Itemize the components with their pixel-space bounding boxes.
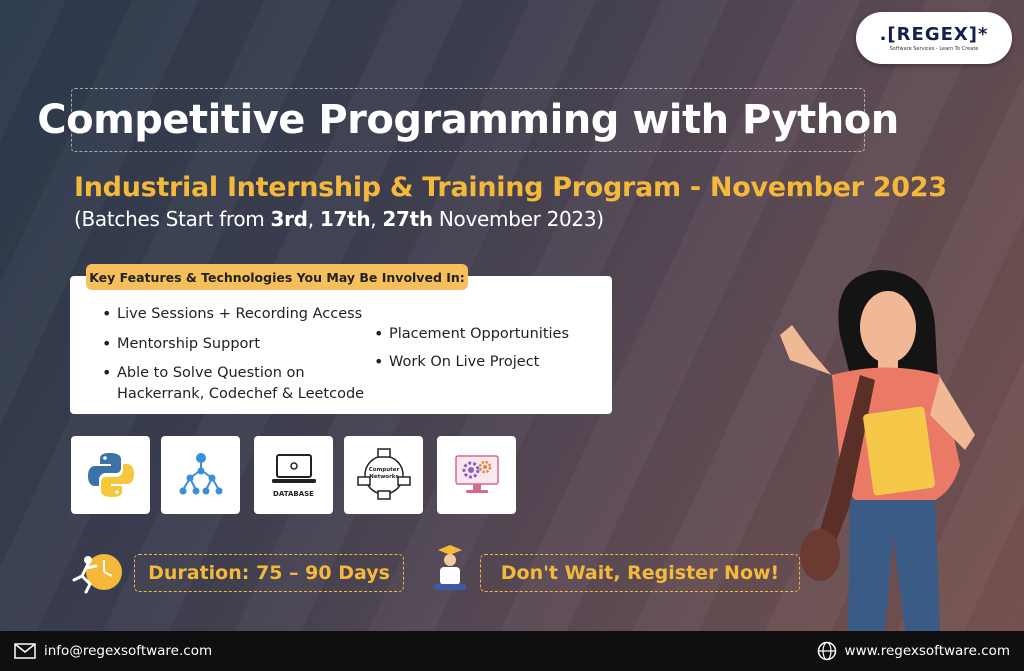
feature-item: Work On Live Project xyxy=(374,352,539,372)
database-tile: DATABASE xyxy=(254,436,333,514)
promo-banner: .[REGEX]* Software Services - Learn To C… xyxy=(0,0,1024,671)
computer-networks-tile: Computer Networks xyxy=(344,436,423,514)
laptop-database-icon xyxy=(271,453,316,483)
feature-item: Able to Solve Question on xyxy=(102,363,305,383)
duration-badge: Duration: 75 – 90 Days xyxy=(134,554,404,592)
footer-email[interactable]: info@regexsoftware.com xyxy=(14,643,212,659)
website-link[interactable]: www.regexsoftware.com xyxy=(845,643,1010,659)
features-heading: Key Features & Technologies You May Be I… xyxy=(86,264,468,290)
footer-website[interactable]: www.regexsoftware.com xyxy=(817,641,1010,661)
logo-tagline: Software Services - Learn To Create xyxy=(889,46,979,52)
feature-item: Live Sessions + Recording Access xyxy=(102,304,362,324)
feature-item-continuation: Hackerrank, Codechef & Leetcode xyxy=(117,386,365,402)
python-icon xyxy=(87,453,134,497)
graduate-icon xyxy=(434,545,466,590)
batch-dates: (Batches Start from 3rd, 17th, 27th Nove… xyxy=(74,207,604,231)
student-illustration xyxy=(780,270,975,631)
network-label-1: Computer xyxy=(368,467,399,473)
python-tile xyxy=(71,436,150,514)
settings-monitor-tile xyxy=(437,436,516,514)
network-label-2: Networks xyxy=(369,474,399,480)
database-label: DATABASE xyxy=(273,489,314,498)
feature-item: Mentorship Support xyxy=(102,334,260,354)
email-link[interactable]: info@regexsoftware.com xyxy=(44,643,212,659)
feature-item: Placement Opportunities xyxy=(374,324,569,344)
tree-structure-icon xyxy=(179,453,222,495)
runner-clock-icon xyxy=(72,554,122,594)
program-subtitle: Industrial Internship & Training Program… xyxy=(74,172,947,203)
mail-icon xyxy=(14,643,36,659)
regex-logo: .[REGEX]* Software Services - Learn To C… xyxy=(856,12,1012,64)
page-title: Competitive Programming with Python xyxy=(37,97,899,143)
gear-monitor-icon xyxy=(454,455,499,493)
network-icon: Computer Networks xyxy=(356,448,411,500)
data-structure-tile xyxy=(161,436,240,514)
footer-bar: info@regexsoftware.com www.regexsoftware… xyxy=(0,631,1024,671)
logo-word: .[REGEX]* xyxy=(879,24,989,45)
globe-icon xyxy=(817,641,836,661)
register-cta[interactable]: Don't Wait, Register Now! xyxy=(480,554,800,592)
title-frame: Competitive Programming with Python xyxy=(37,88,899,152)
